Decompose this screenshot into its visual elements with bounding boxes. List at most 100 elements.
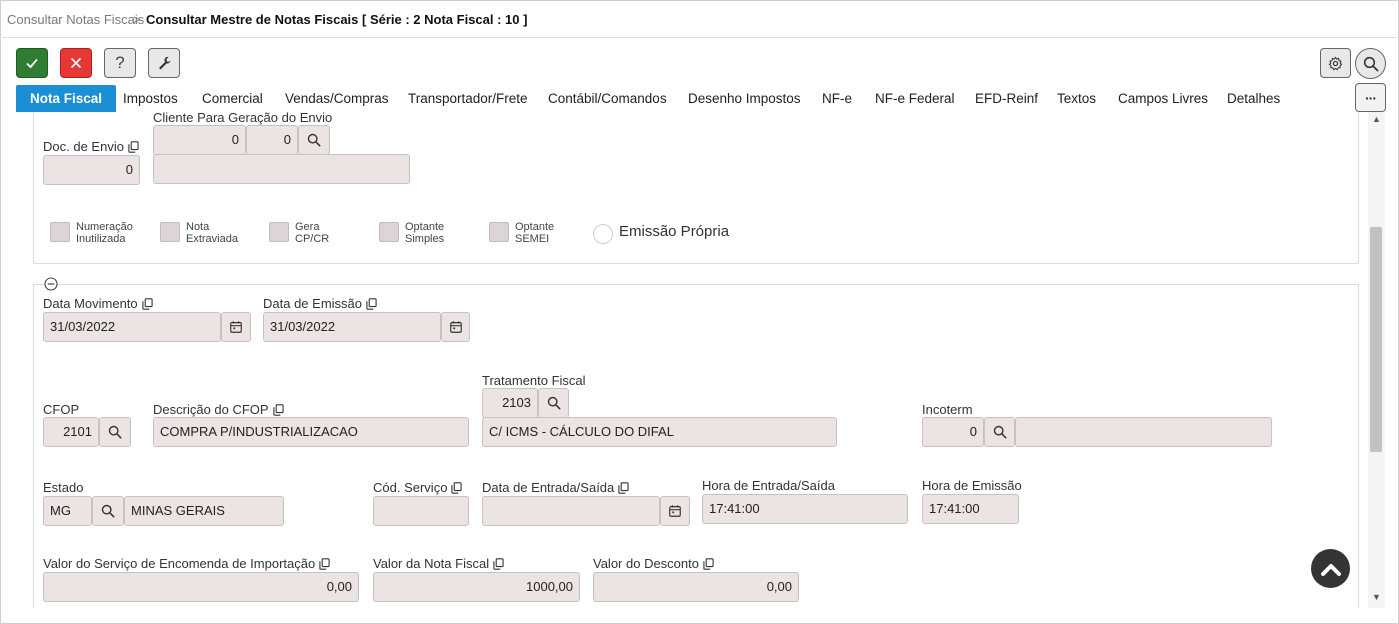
tab-nfe-federal[interactable]: NF-e Federal	[875, 85, 955, 112]
calendar-icon	[449, 320, 463, 334]
tratamento-fiscal-search-button[interactable]	[538, 388, 569, 418]
cfop-label: CFOP	[43, 402, 80, 417]
copy-icon[interactable]	[128, 141, 139, 153]
vertical-scrollbar[interactable]: ▲ ▼	[1368, 112, 1385, 608]
data-entrada-saida-field[interactable]	[482, 496, 660, 526]
gera-cpcr-checkbox[interactable]	[269, 222, 289, 242]
estado-code-field[interactable]: MG	[43, 496, 92, 526]
hora-entrada-saida-field[interactable]: 17:41:00	[702, 494, 908, 524]
cfop-search-button[interactable]	[99, 417, 131, 447]
data-emissao-label: Data de Emissão	[263, 296, 377, 311]
optante-semei-label: Optante SEMEI	[515, 221, 555, 245]
close-icon	[70, 57, 82, 69]
copy-icon[interactable]	[703, 558, 714, 570]
valor-nota-fiscal-label: Valor da Nota Fiscal	[373, 556, 504, 571]
tab-vendas-compras[interactable]: Vendas/Compras	[285, 85, 389, 112]
form-content: Doc. de Envio 0 Cliente Para Geração do …	[0, 112, 1368, 608]
cancel-button[interactable]	[60, 48, 92, 78]
emissao-propria-label: Emissão Própria	[619, 223, 730, 240]
incoterm-desc-field[interactable]	[1015, 417, 1272, 447]
copy-icon[interactable]	[618, 482, 629, 494]
tab-transportador-frete[interactable]: Transportador/Frete	[408, 85, 528, 112]
scrollbar-thumb[interactable]	[1370, 227, 1382, 452]
nota-extraviada-checkbox[interactable]	[160, 222, 180, 242]
valor-nota-fiscal-field[interactable]: 1000,00	[373, 572, 580, 602]
scroll-up-arrow[interactable]: ▲	[1372, 114, 1381, 124]
tratamento-fiscal-code-field[interactable]: 2103	[482, 388, 538, 418]
cliente-envio-code-field[interactable]: 0	[153, 125, 246, 155]
calendar-icon	[668, 504, 682, 518]
numeracao-inutilizada-checkbox[interactable]	[50, 222, 70, 242]
cliente-envio-name-field[interactable]	[153, 154, 410, 184]
estado-search-button[interactable]	[92, 496, 124, 526]
chevron-up-icon	[1320, 563, 1341, 576]
breadcrumb-parent-link[interactable]: Consultar Notas Fiscais	[7, 12, 144, 27]
optante-simples-checkbox[interactable]	[379, 222, 399, 242]
tab-nfe[interactable]: NF-e	[822, 85, 852, 112]
tab-impostos[interactable]: Impostos	[123, 85, 178, 112]
incoterm-search-button[interactable]	[984, 417, 1015, 447]
estado-name-field[interactable]: MINAS GERAIS	[124, 496, 284, 526]
help-button[interactable]: ?	[104, 48, 136, 78]
doc-envio-label: Doc. de Envio	[43, 139, 139, 154]
cfop-field[interactable]: 2101	[43, 417, 99, 447]
copy-icon[interactable]	[142, 298, 153, 310]
settings-button[interactable]	[1320, 48, 1351, 78]
data-movimento-field[interactable]: 31/03/2022	[43, 312, 221, 342]
tab-desenho-impostos[interactable]: Desenho Impostos	[688, 85, 801, 112]
doc-envio-field[interactable]: 0	[43, 155, 140, 185]
tools-button[interactable]	[148, 48, 180, 78]
collapse-icon[interactable]	[44, 277, 58, 291]
gera-cpcr-label: Gera CP/CR	[295, 221, 330, 245]
nota-extraviada-label: Nota Extraviada	[186, 221, 238, 245]
tab-contabil-comandos[interactable]: Contábil/Comandos	[548, 85, 667, 112]
search-icon	[101, 504, 115, 518]
cliente-envio-search-button[interactable]	[298, 125, 330, 155]
copy-icon[interactable]	[493, 558, 504, 570]
tab-comercial[interactable]: Comercial	[202, 85, 263, 112]
confirm-button[interactable]	[16, 48, 48, 78]
copy-icon[interactable]	[366, 298, 377, 310]
cod-servico-field[interactable]	[373, 496, 469, 526]
check-icon	[26, 58, 38, 69]
data-entrada-saida-calendar-button[interactable]	[660, 496, 690, 526]
calendar-icon	[229, 320, 243, 334]
tab-detalhes[interactable]: Detalhes	[1227, 85, 1280, 112]
emissao-propria-radio[interactable]	[593, 224, 613, 244]
data-movimento-calendar-button[interactable]	[221, 312, 251, 342]
estado-label: Estado	[43, 480, 84, 495]
more-tabs-button[interactable]: ···	[1355, 83, 1386, 112]
scroll-down-arrow[interactable]: ▼	[1372, 592, 1381, 602]
copy-icon[interactable]	[319, 558, 330, 570]
valor-desconto-field[interactable]: 0,00	[593, 572, 799, 602]
gear-icon	[1328, 56, 1343, 70]
breadcrumb: Consultar Notas Fiscais > Consultar Mest…	[0, 0, 1399, 38]
hora-emissao-field[interactable]: 17:41:00	[922, 494, 1019, 524]
cliente-envio-label: Cliente Para Geração do Envio	[153, 112, 333, 125]
search-icon	[547, 396, 561, 410]
data-emissao-field[interactable]: 31/03/2022	[263, 312, 441, 342]
tab-campos-livres[interactable]: Campos Livres	[1118, 85, 1208, 112]
incoterm-label: Incoterm	[922, 402, 973, 417]
data-entrada-saida-label: Data de Entrada/Saída	[482, 480, 629, 495]
global-search-button[interactable]	[1355, 48, 1386, 79]
incoterm-field[interactable]: 0	[922, 417, 984, 447]
tab-nota-fiscal[interactable]: Nota Fiscal	[16, 85, 117, 112]
tab-efd-reinf[interactable]: EFD-Reinf	[975, 85, 1038, 112]
scroll-to-top-button[interactable]	[1311, 549, 1350, 588]
data-emissao-calendar-button[interactable]	[441, 312, 470, 342]
valor-servico-importacao-field[interactable]: 0,00	[43, 572, 359, 602]
copy-icon[interactable]	[451, 482, 462, 494]
wrench-icon	[159, 56, 171, 70]
optante-semei-checkbox[interactable]	[489, 222, 509, 242]
tab-textos[interactable]: Textos	[1057, 85, 1096, 112]
descricao-cfop-field[interactable]: COMPRA P/INDUSTRIALIZACAO	[153, 417, 469, 447]
tratamento-fiscal-desc-field[interactable]: C/ ICMS - CÁLCULO DO DIFAL	[482, 417, 837, 447]
copy-icon[interactable]	[273, 404, 284, 416]
hora-emissao-label: Hora de Emissão	[922, 478, 1022, 493]
help-icon: ?	[115, 53, 125, 72]
cliente-envio-seq-field[interactable]: 0	[246, 125, 298, 155]
more-icon: ···	[1365, 89, 1377, 106]
breadcrumb-separator: >	[133, 12, 141, 27]
hora-entrada-saida-label: Hora de Entrada/Saída	[702, 478, 835, 493]
